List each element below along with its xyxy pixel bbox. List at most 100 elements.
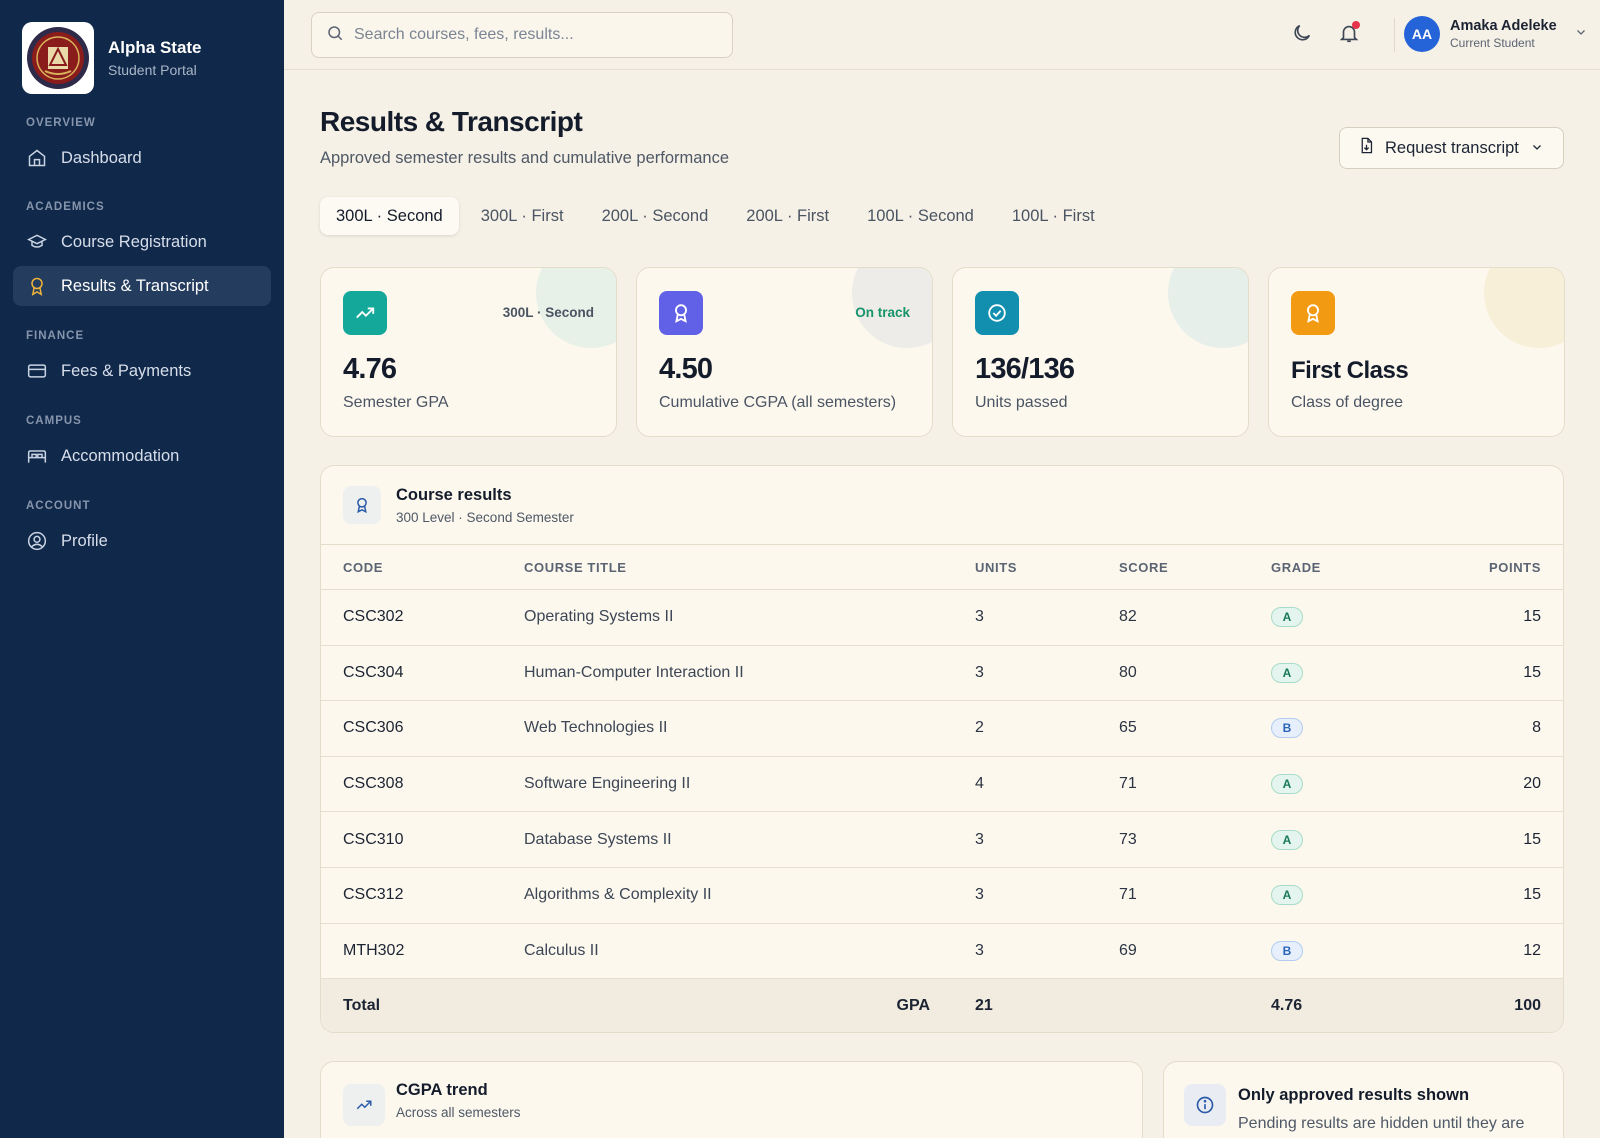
course-points: 15 [1523, 886, 1541, 904]
course-title: Web Technologies II [524, 719, 668, 737]
course-results-panel: Course results 300 Level · Second Semest… [320, 465, 1564, 1033]
info-icon [1184, 1084, 1226, 1126]
sidebar-item-label: Results & Transcript [61, 276, 209, 295]
course-title: Operating Systems II [524, 608, 674, 626]
sidebar-item-course-registration[interactable]: Course Registration [13, 222, 271, 262]
course-score: 65 [1119, 719, 1137, 737]
request-transcript-button[interactable]: Request transcript [1339, 127, 1564, 169]
dark-mode-toggle[interactable] [1289, 22, 1315, 48]
tab-100l-first[interactable]: 100L · First [996, 197, 1111, 235]
total-label: Total [343, 997, 381, 1015]
course-points: 15 [1523, 830, 1541, 848]
course-score: 71 [1119, 886, 1137, 904]
tab-200l-first[interactable]: 200L · First [730, 197, 845, 235]
table-header: CODE COURSE TITLE UNITS SCORE GRADE POIN… [321, 545, 1563, 590]
check-circle-icon [975, 291, 1019, 335]
stat-value: First Class [1291, 357, 1409, 384]
course-title: Software Engineering II [524, 775, 691, 793]
course-title: Calculus II [524, 941, 599, 959]
sidebar-item-label: Profile [61, 531, 108, 550]
stat-card-cgpa: On track 4.50 Cumulative CGPA (all semes… [636, 267, 933, 437]
sidebar-item-dashboard[interactable]: Dashboard [13, 138, 271, 178]
approved-results-notice: Only approved results shown Pending resu… [1163, 1061, 1564, 1138]
semester-tabs: 300L · Second 300L · First 200L · Second… [320, 197, 1117, 235]
grade-badge: A [1271, 774, 1303, 795]
course-code: CSC312 [343, 886, 404, 904]
sidebar-item-fees-payments[interactable]: Fees & Payments [13, 351, 271, 391]
tab-100l-second[interactable]: 100L · Second [851, 197, 990, 235]
credit-card-icon [27, 361, 47, 381]
card-decoration [1168, 268, 1248, 348]
sidebar-item-results-transcript[interactable]: Results & Transcript [13, 266, 271, 306]
semester-tag: 300L · Second [502, 305, 594, 320]
tab-300l-first[interactable]: 300L · First [465, 197, 580, 235]
nav-section-overview: OVERVIEW [26, 117, 96, 129]
award-icon [27, 276, 47, 296]
search-input[interactable] [354, 26, 714, 44]
user-menu[interactable]: AA Amaka Adeleke Current Student [1396, 16, 1587, 52]
course-units: 3 [975, 886, 984, 904]
notification-dot [1352, 21, 1360, 29]
sidebar-item-accommodation[interactable]: Accommodation [13, 436, 271, 476]
column-header-score: SCORE [1119, 559, 1169, 575]
grade-badge: A [1271, 885, 1303, 906]
award-icon [659, 291, 703, 335]
award-icon [343, 486, 381, 524]
course-points: 15 [1523, 663, 1541, 681]
stat-card-units-passed: 136/136 Units passed [952, 267, 1249, 437]
trend-subtitle: Across all semesters [396, 1105, 521, 1120]
stat-label: Class of degree [1291, 394, 1404, 411]
stat-card-class-of-degree: First Class Class of degree [1268, 267, 1565, 437]
table-row: CSC312 Algorithms & Complexity II 3 71 A… [321, 868, 1563, 924]
course-points: 15 [1523, 608, 1541, 626]
cgpa-trend-card: CGPA trend Across all semesters [320, 1061, 1143, 1138]
nav-section-academics: ACADEMICS [26, 201, 105, 213]
sidebar-item-label: Fees & Payments [61, 361, 192, 380]
table-row: CSC308 Software Engineering II 4 71 A 20 [321, 757, 1563, 813]
university-seal-logo [22, 22, 94, 94]
course-score: 82 [1119, 608, 1137, 626]
table-row: CSC304 Human-Computer Interaction II 3 8… [321, 646, 1563, 702]
trending-up-icon [343, 291, 387, 335]
grade-badge: A [1271, 829, 1303, 850]
stat-label: Semester GPA [343, 394, 449, 411]
grade-badge: B [1271, 940, 1303, 961]
brand: Alpha State Student Portal [22, 22, 202, 94]
course-units: 2 [975, 719, 984, 737]
sidebar-item-profile[interactable]: Profile [13, 521, 271, 561]
course-units: 3 [975, 941, 984, 959]
table-row: CSC302 Operating Systems II 3 82 A 15 [321, 590, 1563, 646]
gpa-label: GPA [896, 997, 930, 1015]
avatar: AA [1404, 16, 1440, 52]
total-gpa: 4.76 [1271, 997, 1303, 1015]
user-role: Current Student [1450, 36, 1535, 50]
course-code: CSC308 [343, 775, 404, 793]
moon-icon [1291, 22, 1313, 49]
table-row: CSC310 Database Systems II 3 73 A 15 [321, 812, 1563, 868]
total-units: 21 [975, 997, 993, 1015]
column-header-points: POINTS [1489, 559, 1541, 575]
course-units: 4 [975, 775, 984, 793]
course-units: 3 [975, 608, 984, 626]
column-header-title: COURSE TITLE [524, 559, 627, 575]
table-row: MTH302 Calculus II 3 69 B 12 [321, 924, 1563, 980]
course-score: 69 [1119, 941, 1137, 959]
sidebar-item-label: Dashboard [61, 148, 142, 167]
trending-up-icon [343, 1084, 385, 1126]
tab-300l-second[interactable]: 300L · Second [320, 197, 459, 235]
stat-value: 136/136 [975, 353, 1075, 385]
table-total-row: Total GPA 21 4.76 100 [321, 979, 1563, 1032]
notifications-button[interactable] [1336, 21, 1362, 48]
file-download-icon [1358, 137, 1375, 159]
card-decoration [1484, 268, 1564, 348]
chevron-down-icon [1531, 139, 1543, 158]
grade-badge: B [1271, 718, 1303, 739]
results-title: Course results [396, 486, 512, 504]
divider [1394, 18, 1395, 52]
course-points: 20 [1523, 775, 1541, 793]
column-header-code: CODE [343, 559, 383, 575]
results-header: Course results 300 Level · Second Semest… [321, 466, 1563, 545]
nav-section-account: ACCOUNT [26, 500, 91, 512]
tab-200l-second[interactable]: 200L · Second [586, 197, 725, 235]
stat-label: Cumulative CGPA (all semesters) [659, 394, 897, 411]
